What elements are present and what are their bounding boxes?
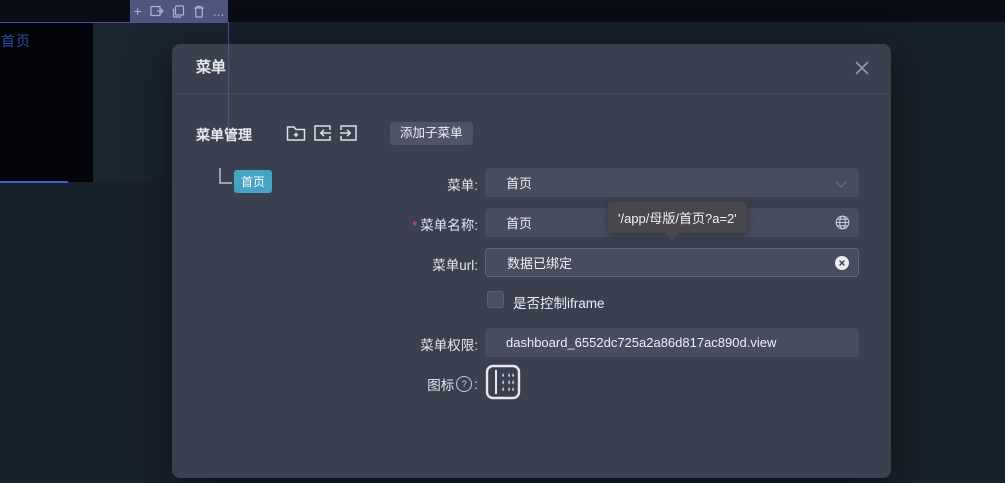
menu-manage-label: 菜单管理 [196, 127, 252, 143]
menu-url-label: 菜单url: [432, 258, 478, 273]
icon-field-label: 图标?: [427, 376, 478, 393]
menu-name-value: 首页 [506, 216, 533, 231]
menu-url-value: 数据已绑定 [507, 256, 573, 271]
url-tooltip-text: '/app/母版/首页?a=2' [618, 211, 737, 226]
tooltip-caret [665, 233, 679, 240]
menu-select[interactable]: 首页 [485, 168, 859, 197]
menu-dialog: 菜单 菜单管理 添加子菜单 首页 菜单: 首页 * 菜单名称: 首页 '/app… [172, 44, 891, 478]
export-icon[interactable] [150, 5, 164, 17]
menu-permission-value: dashboard_6552dc725a2a86d817ac890d.view [506, 335, 777, 350]
move-out-icon[interactable] [339, 124, 358, 147]
iframe-checkbox[interactable] [487, 291, 504, 308]
required-asterisk: * [412, 218, 418, 233]
iframe-checkbox-label: 是否控制iframe [513, 296, 605, 311]
dialog-header: 菜单 [172, 44, 891, 93]
menu-select-label: 菜单: [447, 178, 478, 193]
add-icon[interactable]: + [134, 0, 142, 22]
selection-border-bottom [0, 181, 68, 183]
trash-icon[interactable] [193, 5, 205, 18]
dialog-title: 菜单 [196, 59, 227, 76]
tree-toolbar [286, 124, 358, 147]
chevron-down-icon [835, 176, 847, 188]
more-icon[interactable]: ... [213, 0, 225, 22]
canvas-page-link[interactable]: 首页 [1, 31, 31, 51]
menu-name-label: * 菜单名称: [412, 218, 478, 233]
menu-permission-input[interactable]: dashboard_6552dc725a2a86d817ac890d.view [485, 328, 859, 357]
menu-url-input[interactable]: 数据已绑定 [485, 248, 859, 277]
add-submenu-button[interactable]: 添加子菜单 [390, 122, 473, 145]
url-tooltip: '/app/母版/首页?a=2' [608, 202, 747, 240]
menu-select-value: 首页 [506, 176, 533, 191]
help-icon[interactable]: ? [456, 376, 473, 392]
selection-border-top [0, 22, 229, 23]
move-in-icon[interactable] [313, 124, 332, 147]
selection-border-right [228, 22, 229, 135]
globe-icon[interactable] [835, 215, 850, 233]
element-toolbar: + ... [130, 0, 228, 22]
copy-icon[interactable] [172, 4, 185, 18]
clear-icon[interactable] [835, 256, 849, 273]
icon-picker-button[interactable] [485, 364, 521, 400]
menu-permission-label: 菜单权限: [420, 338, 478, 353]
close-icon[interactable] [853, 59, 871, 77]
add-folder-icon[interactable] [286, 124, 306, 147]
canvas-side-panel: 首页 [0, 23, 93, 182]
